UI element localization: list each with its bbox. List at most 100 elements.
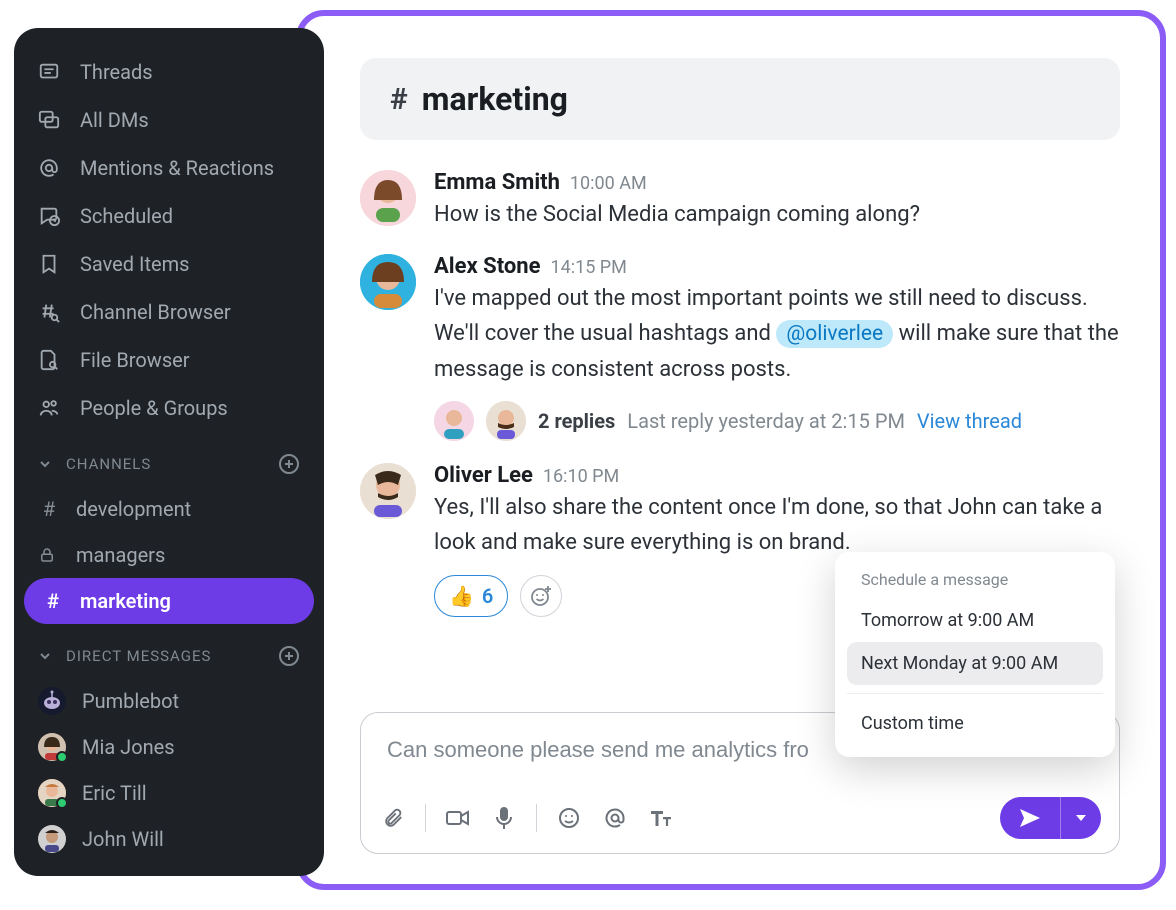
schedule-popup: Schedule a message Tomorrow at 9:00 AM N… bbox=[835, 552, 1115, 757]
mentions-icon bbox=[38, 157, 60, 179]
schedule-popup-title: Schedule a message bbox=[847, 570, 1103, 599]
scheduled-icon bbox=[38, 205, 60, 227]
hash-icon: # bbox=[38, 497, 60, 521]
section-title: DIRECT MESSAGES bbox=[66, 647, 211, 665]
bookmark-icon bbox=[38, 253, 60, 275]
channel-marketing[interactable]: # marketing bbox=[24, 578, 314, 624]
dms-section-header[interactable]: DIRECT MESSAGES bbox=[14, 634, 324, 678]
send-button[interactable] bbox=[1000, 797, 1101, 839]
dm-label: Mia Jones bbox=[82, 735, 175, 759]
avatar[interactable] bbox=[360, 254, 416, 310]
message-time: 10:00 AM bbox=[570, 173, 647, 194]
main-chat-panel: # marketing Emma Smith 10:00 AM How is t… bbox=[296, 10, 1166, 890]
format-button[interactable] bbox=[647, 804, 675, 832]
channel-browser-icon bbox=[38, 301, 60, 323]
mention-button[interactable] bbox=[601, 804, 629, 832]
message: Alex Stone 14:15 PM I've mapped out the … bbox=[360, 254, 1120, 441]
sidebar: Threads All DMs Mentions & Reactions Sch… bbox=[14, 28, 324, 876]
reaction-emoji: 👍 bbox=[449, 584, 474, 608]
message-time: 14:15 PM bbox=[550, 257, 626, 278]
nav-people-groups[interactable]: People & Groups bbox=[14, 384, 324, 432]
mention[interactable]: @oliverlee bbox=[776, 320, 893, 348]
message-composer: Schedule a message Tomorrow at 9:00 AM N… bbox=[360, 712, 1120, 854]
nav-saved-items[interactable]: Saved Items bbox=[14, 240, 324, 288]
presence-indicator bbox=[56, 797, 68, 809]
message-time: 16:10 PM bbox=[543, 466, 619, 487]
nav-label: Saved Items bbox=[80, 252, 189, 276]
all-dms-icon bbox=[38, 109, 60, 131]
chevron-down-icon bbox=[38, 649, 52, 663]
message-list: Emma Smith 10:00 AM How is the Social Me… bbox=[360, 170, 1120, 617]
add-channel-button[interactable] bbox=[278, 453, 300, 475]
audio-button[interactable] bbox=[490, 804, 518, 832]
message: Emma Smith 10:00 AM How is the Social Me… bbox=[360, 170, 1120, 232]
dm-label: John Will bbox=[82, 827, 164, 851]
dm-eric-till[interactable]: Eric Till bbox=[14, 770, 324, 816]
message-author[interactable]: Oliver Lee bbox=[434, 463, 533, 488]
replies-count: 2 replies bbox=[538, 409, 615, 433]
nav-label: Mentions & Reactions bbox=[80, 156, 274, 180]
chevron-down-icon bbox=[38, 457, 52, 471]
schedule-option-next-monday[interactable]: Next Monday at 9:00 AM bbox=[847, 642, 1103, 685]
message-text: Yes, I'll also share the content once I'… bbox=[434, 490, 1120, 560]
reaction-count: 6 bbox=[482, 584, 493, 608]
threads-icon bbox=[38, 61, 60, 83]
channels-section-header[interactable]: CHANNELS bbox=[14, 442, 324, 486]
message-author[interactable]: Emma Smith bbox=[434, 170, 560, 195]
avatar bbox=[38, 733, 66, 761]
avatar[interactable] bbox=[360, 170, 416, 226]
nav-label: File Browser bbox=[80, 348, 190, 372]
hash-icon: # bbox=[42, 589, 64, 613]
channel-label: marketing bbox=[80, 589, 171, 613]
nav-file-browser[interactable]: File Browser bbox=[14, 336, 324, 384]
message-author[interactable]: Alex Stone bbox=[434, 254, 540, 279]
message-text: I've mapped out the most important point… bbox=[434, 281, 1120, 387]
dm-john-will[interactable]: John Will bbox=[14, 816, 324, 862]
send-icon[interactable] bbox=[1000, 797, 1060, 839]
nav-label: Scheduled bbox=[80, 204, 173, 228]
nav-scheduled[interactable]: Scheduled bbox=[14, 192, 324, 240]
people-icon bbox=[38, 397, 60, 419]
section-title: CHANNELS bbox=[66, 455, 151, 473]
view-thread-link[interactable]: View thread bbox=[917, 409, 1022, 433]
presence-indicator bbox=[56, 751, 68, 763]
reaction-thumbs-up[interactable]: 👍 6 bbox=[434, 575, 508, 617]
dm-pumblebot[interactable]: Pumblebot bbox=[14, 678, 324, 724]
avatar[interactable] bbox=[360, 463, 416, 519]
nav-label: Channel Browser bbox=[80, 300, 231, 324]
dm-label: Eric Till bbox=[82, 781, 147, 805]
nav-mentions[interactable]: Mentions & Reactions bbox=[14, 144, 324, 192]
hash-icon: # bbox=[390, 82, 408, 117]
nav-channel-browser[interactable]: Channel Browser bbox=[14, 288, 324, 336]
attach-button[interactable] bbox=[379, 804, 407, 832]
thread-avatar bbox=[486, 401, 526, 441]
message-text: How is the Social Media campaign coming … bbox=[434, 197, 1120, 232]
schedule-option-tomorrow[interactable]: Tomorrow at 9:00 AM bbox=[847, 599, 1103, 642]
channel-development[interactable]: # development bbox=[14, 486, 324, 532]
schedule-option-custom[interactable]: Custom time bbox=[847, 702, 1103, 745]
nav-threads[interactable]: Threads bbox=[14, 48, 324, 96]
nav-all-dms[interactable]: All DMs bbox=[14, 96, 324, 144]
channel-name: marketing bbox=[422, 80, 568, 118]
avatar bbox=[38, 779, 66, 807]
channel-label: managers bbox=[76, 543, 165, 567]
nav-label: People & Groups bbox=[80, 396, 228, 420]
avatar bbox=[38, 687, 66, 715]
file-browser-icon bbox=[38, 349, 60, 371]
channel-header[interactable]: # marketing bbox=[360, 58, 1120, 140]
thread-summary[interactable]: 2 replies Last reply yesterday at 2:15 P… bbox=[434, 401, 1120, 441]
thread-avatar bbox=[434, 401, 474, 441]
nav-label: All DMs bbox=[80, 108, 149, 132]
last-reply-time: Last reply yesterday at 2:15 PM bbox=[627, 409, 905, 433]
composer-toolbar bbox=[361, 787, 1119, 853]
nav-label: Threads bbox=[80, 60, 153, 84]
add-dm-button[interactable] bbox=[278, 645, 300, 667]
channel-managers[interactable]: managers bbox=[14, 532, 324, 578]
dm-mia-jones[interactable]: Mia Jones bbox=[14, 724, 324, 770]
send-options-caret[interactable] bbox=[1061, 797, 1101, 839]
add-reaction-button[interactable] bbox=[520, 575, 562, 617]
emoji-button[interactable] bbox=[555, 804, 583, 832]
lock-icon bbox=[38, 546, 60, 564]
dm-label: Pumblebot bbox=[82, 689, 179, 713]
video-button[interactable] bbox=[444, 804, 472, 832]
